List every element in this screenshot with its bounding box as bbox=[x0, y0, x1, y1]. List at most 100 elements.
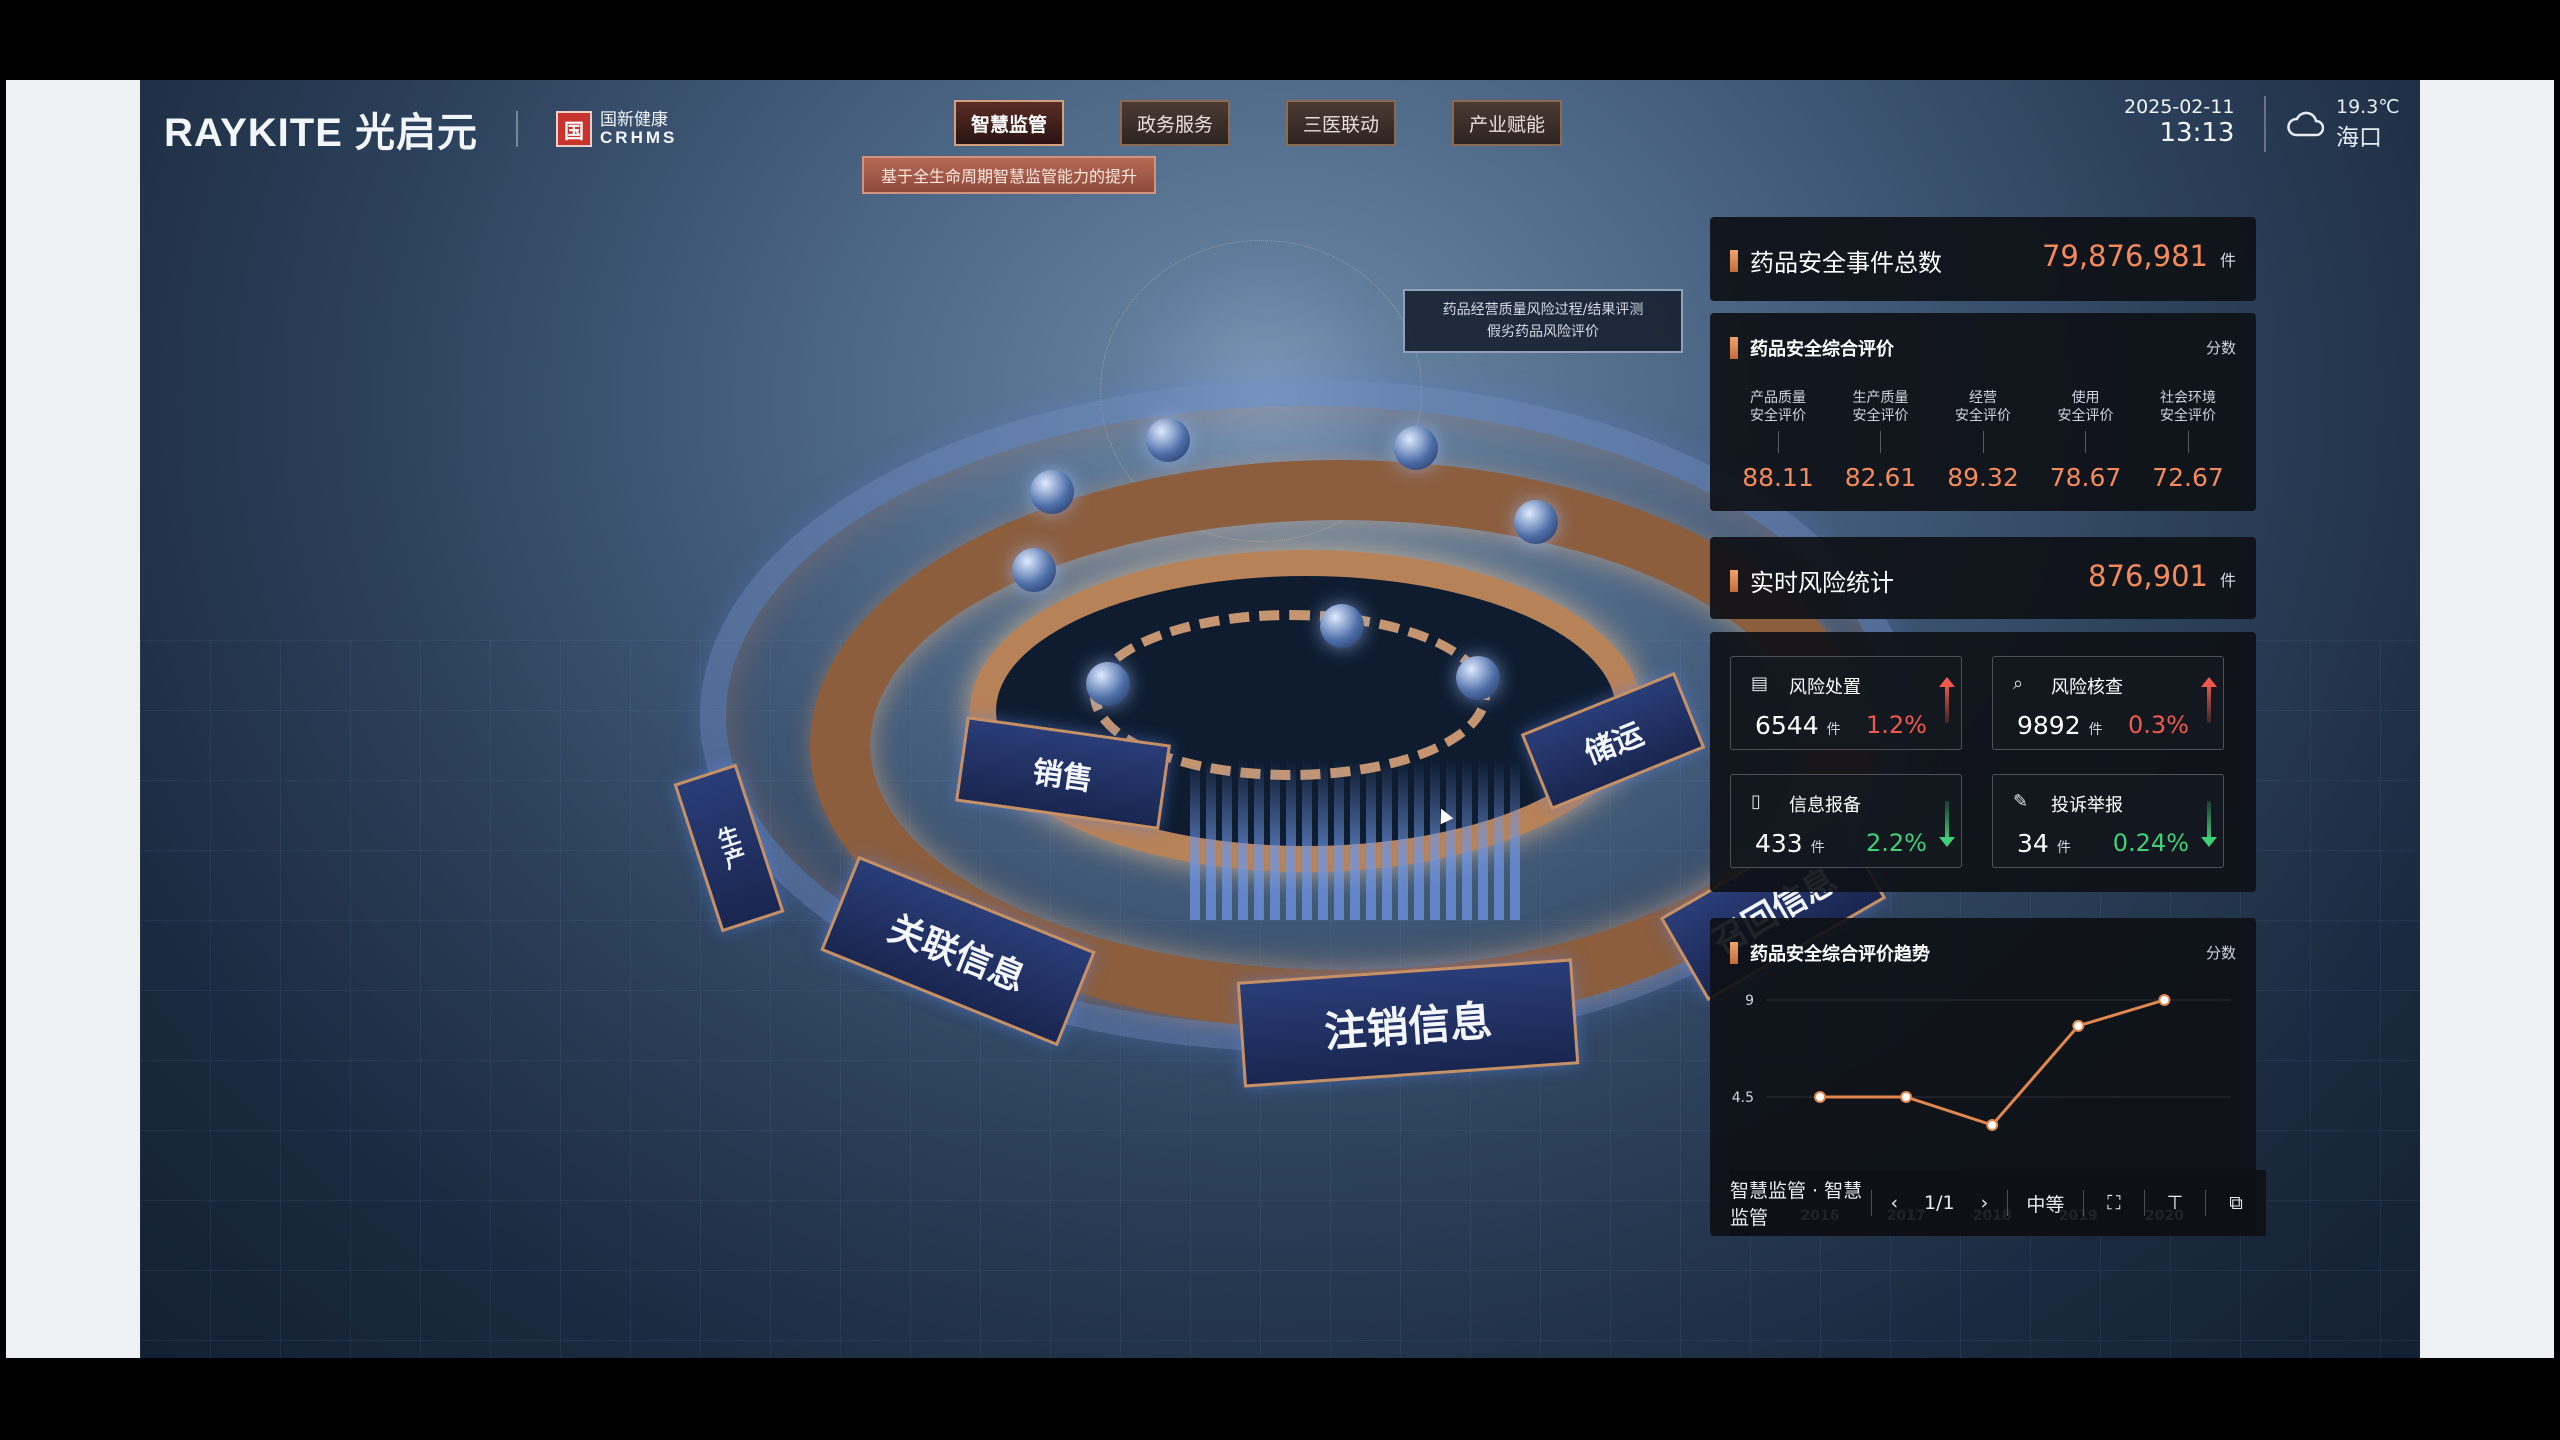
data-point bbox=[1986, 1119, 1999, 1132]
risk-card-handling[interactable]: ▤ 风险处置 6544 件 1.2% bbox=[1730, 656, 1962, 750]
total-events-value: 79,876,981 bbox=[2041, 239, 2208, 273]
score-item: 使用安全评价 78.67 bbox=[2038, 389, 2134, 492]
score-label: 生产质量 bbox=[1852, 390, 1909, 406]
risk-cards-panel: ▤ 风险处置 6544 件 1.2% ⌕ 风险核查 9892 件 0.3% ▯ 信息… bbox=[1710, 632, 2256, 892]
card-title: 风险处置 bbox=[1789, 677, 1861, 698]
card-percent: 2.2% bbox=[1866, 829, 1927, 857]
node-sphere[interactable] bbox=[1012, 548, 1056, 592]
title-marker bbox=[1730, 942, 1738, 964]
search-doc-icon: ⌕ bbox=[2013, 673, 2024, 694]
score-item: 经营安全评价 89.32 bbox=[1935, 389, 2031, 492]
main-tabs: 智慧监管 政务服务 三医联动 产业赋能 bbox=[954, 100, 1562, 146]
scene-tooltip-line2: 假劣药品风险评价 bbox=[1487, 324, 1599, 340]
total-events-panel: 药品安全事件总数 79,876,981 件 bbox=[1710, 217, 2256, 301]
fullscreen-icon[interactable]: ⛶ bbox=[2084, 1170, 2144, 1236]
trend-title: 药品安全综合评价趋势 bbox=[1750, 944, 1930, 965]
city-name: 海口 bbox=[2336, 125, 2382, 151]
crhms-en: CRHMS bbox=[600, 128, 678, 147]
trend-unit: 分数 bbox=[2205, 944, 2236, 962]
datetime: 2025-02-11 13:13 bbox=[2124, 96, 2234, 148]
logo-divider bbox=[516, 111, 519, 147]
realtime-risk-unit: 件 bbox=[2219, 571, 2236, 590]
card-percent: 0.3% bbox=[2128, 711, 2189, 739]
header-logo: RAYKITE 光启元 国 国新健康 CRHMS bbox=[164, 100, 677, 158]
crhms-logo: 国 国新健康 CRHMS bbox=[556, 111, 677, 147]
card-title: 投诉举报 bbox=[2051, 795, 2123, 816]
weather: 19.3℃ 海口 bbox=[2264, 96, 2400, 152]
arrow-down-icon bbox=[1939, 801, 1955, 847]
score-value: 72.67 bbox=[2152, 463, 2224, 492]
tab-industry-empowerment[interactable]: 产业赋能 bbox=[1452, 100, 1562, 146]
card-unit: 件 bbox=[1826, 722, 1841, 738]
crhms-mark-icon: 国 bbox=[556, 111, 593, 147]
arrow-up-icon bbox=[1939, 677, 1955, 723]
series-line bbox=[1820, 998, 2165, 1127]
arrow-down-icon bbox=[2201, 801, 2217, 847]
scene-tooltip-line1: 药品经营质量风险过程/结果评测 bbox=[1442, 302, 1644, 318]
score-value: 82.61 bbox=[1844, 463, 1917, 492]
score-value: 89.32 bbox=[1947, 463, 2019, 492]
chevron-left-icon[interactable]: ‹ bbox=[1872, 1170, 1917, 1236]
data-point bbox=[2158, 994, 2171, 1006]
score-label: 产品质量 bbox=[1750, 390, 1806, 406]
node-sphere[interactable] bbox=[1030, 470, 1074, 514]
risk-card-complaints[interactable]: ✎ 投诉举报 34 件 0.24% bbox=[1992, 774, 2224, 868]
bottom-toolbar: 智慧监管 · 智慧监管 ‹ 1/1 › 中等 ⛶ ⊤ ⧉ bbox=[1730, 1170, 2266, 1236]
node-sphere[interactable] bbox=[1320, 604, 1364, 648]
realtime-risk-panel: 实时风险统计 876,901 件 bbox=[1710, 537, 2256, 619]
card-value: 6544 bbox=[1755, 711, 1819, 740]
score-label: 经营 bbox=[1969, 390, 1997, 406]
tab-three-medical-linkage[interactable]: 三医联动 bbox=[1286, 100, 1396, 146]
composite-unit: 分数 bbox=[2205, 339, 2236, 357]
risk-card-reporting[interactable]: ▯ 信息报备 433 件 2.2% bbox=[1730, 774, 1962, 868]
realtime-risk-value: 876,901 bbox=[2088, 559, 2208, 593]
card-value: 34 bbox=[2017, 829, 2049, 858]
tab-government-services[interactable]: 政务服务 bbox=[1120, 100, 1230, 146]
ring-bar-visual bbox=[1190, 760, 1520, 920]
score-row: 产品质量安全评价 88.11 生产质量 安全评价 82.61 经营安全评价 89.… bbox=[1730, 389, 2236, 492]
realtime-risk-title: 实时风险统计 bbox=[1750, 569, 1894, 597]
window-icon[interactable]: ⧉ bbox=[2206, 1170, 2266, 1236]
node-sphere[interactable] bbox=[1086, 662, 1130, 706]
score-label: 社会环境 bbox=[2160, 390, 2216, 406]
quality-select[interactable]: 中等 bbox=[2008, 1170, 2083, 1236]
y-tick-label: 9 bbox=[1745, 993, 1754, 1009]
y-tick-label: 4.5 bbox=[1732, 1090, 1754, 1106]
raykite-logo: RAYKITE 光启元 bbox=[164, 111, 479, 155]
scene-tooltip: 药品经营质量风险过程/结果评测 假劣药品风险评价 bbox=[1403, 289, 1683, 353]
tab-smart-regulation[interactable]: 智慧监管 bbox=[954, 100, 1064, 146]
time-text: 13:13 bbox=[2159, 118, 2235, 148]
score-item: 社会环境 安全评价 72.67 bbox=[2140, 389, 2236, 492]
node-sphere[interactable] bbox=[1514, 500, 1558, 544]
score-value: 78.67 bbox=[2049, 463, 2122, 492]
crhms-cn: 国新健康 bbox=[600, 110, 669, 130]
title-marker bbox=[1730, 249, 1738, 272]
score-label: 使用 bbox=[2071, 390, 2100, 406]
node-sphere[interactable] bbox=[1394, 426, 1438, 470]
risk-card-verification[interactable]: ⌕ 风险核查 9892 件 0.3% bbox=[1992, 656, 2224, 750]
title-marker bbox=[1730, 569, 1738, 592]
page-indicator: 1/1 bbox=[1924, 1192, 1955, 1214]
total-events-unit: 件 bbox=[2219, 251, 2236, 270]
card-unit: 件 bbox=[2088, 722, 2103, 738]
score-label: 安全评价 bbox=[2057, 408, 2114, 424]
breadcrumb[interactable]: 智慧监管 · 智慧监管 bbox=[1730, 1170, 1871, 1236]
total-events-title: 药品安全事件总数 bbox=[1750, 249, 1942, 277]
pin-icon[interactable]: ⊤ bbox=[2145, 1170, 2205, 1236]
temperature: 19.3℃ bbox=[2336, 96, 2400, 118]
card-percent: 1.2% bbox=[1866, 711, 1927, 739]
date-text: 2025-02-11 bbox=[2124, 96, 2235, 118]
node-sphere[interactable] bbox=[1456, 656, 1500, 700]
score-label: 安全评价 bbox=[1955, 408, 2011, 424]
document-icon: ▤ bbox=[1751, 673, 1769, 694]
node-sphere[interactable] bbox=[1146, 418, 1190, 462]
card-unit: 件 bbox=[2056, 840, 2071, 856]
chevron-right-icon[interactable]: › bbox=[1962, 1170, 2007, 1236]
score-value: 88.11 bbox=[1742, 463, 1814, 492]
title-marker bbox=[1730, 337, 1738, 359]
cloud-icon bbox=[2287, 111, 2324, 137]
arrow-up-icon bbox=[2201, 677, 2217, 723]
tab-tooltip: 基于全生命周期智慧监管能力的提升 bbox=[862, 156, 1156, 194]
composite-eval-panel: 药品安全综合评价 分数 产品质量 安全评价 88.11 生产质量 安全评价 82.6… bbox=[1710, 313, 2256, 511]
score-item: 生产质量 安全评价 82.61 bbox=[1833, 389, 1929, 492]
